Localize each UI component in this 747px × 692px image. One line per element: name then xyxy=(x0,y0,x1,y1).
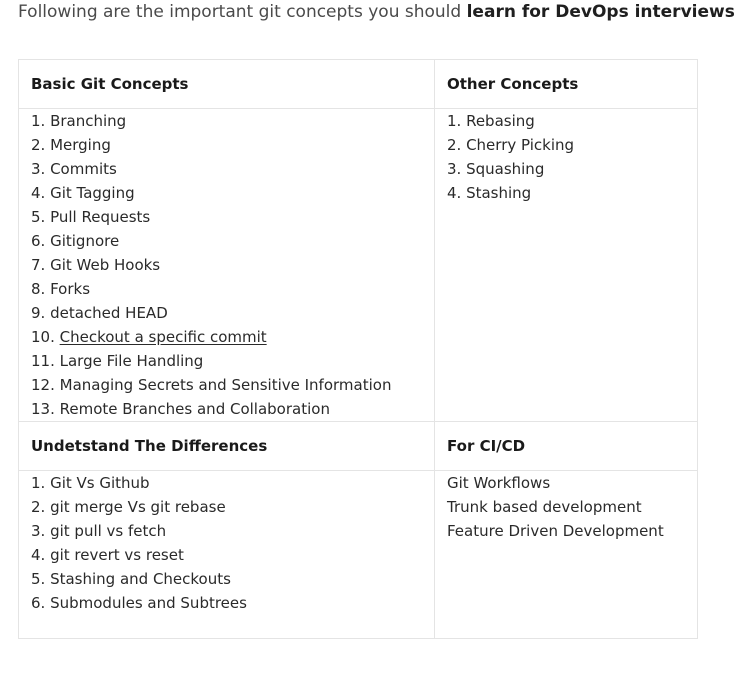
list-item: 6. Submodules and Subtrees xyxy=(31,594,247,612)
list-item: 9. detached HEAD xyxy=(31,304,168,322)
intro-prefix: Following are the important git concepts… xyxy=(18,2,467,22)
list-item: 8. Forks xyxy=(31,280,91,298)
list-item: 1. Rebasing xyxy=(447,112,535,130)
list-item: 6. Gitignore xyxy=(31,232,120,250)
table-row: 1. Branching 2. Merging 3. Commits 4. Gi… xyxy=(18,108,698,422)
differences-cell: 1. Git Vs Github 2. git merge Vs git reb… xyxy=(18,470,435,639)
checkout-specific-commit-link[interactable]: Checkout a specific commit xyxy=(60,328,267,346)
list-item: 2. Merging xyxy=(31,136,111,154)
list-item: 5. Stashing and Checkouts xyxy=(31,570,231,588)
list-item: 3. Commits xyxy=(31,160,117,178)
other-concepts-cell: 1. Rebasing 2. Cherry Picking 3. Squashi… xyxy=(434,108,698,422)
ci-cd-list: Git Workflows Trunk based development Fe… xyxy=(447,471,685,543)
header-basic-git-concepts: Basic Git Concepts xyxy=(18,59,435,109)
git-concepts-table: Basic Git Concepts Other Concepts 1. Bra… xyxy=(18,59,698,639)
list-item: 1. Git Vs Github xyxy=(31,474,150,492)
basic-concepts-list: 1. Branching 2. Merging 3. Commits 4. Gi… xyxy=(31,109,422,421)
list-item: 1. Branching xyxy=(31,112,127,130)
list-item: Git Workflows xyxy=(447,474,551,492)
list-item-number: 10. xyxy=(31,328,60,346)
list-item: Feature Driven Development xyxy=(447,522,664,540)
table-header-row: Basic Git Concepts Other Concepts xyxy=(18,59,698,109)
list-item-with-link: 10. Checkout a specific commit xyxy=(31,325,422,349)
table-header-row: Undetstand The Differences For CI/CD xyxy=(18,421,698,471)
header-understand-differences: Undetstand The Differences xyxy=(18,421,435,471)
list-item: 13. Remote Branches and Collaboration xyxy=(31,400,330,418)
basic-concepts-cell: 1. Branching 2. Merging 3. Commits 4. Gi… xyxy=(18,108,435,422)
list-item: 11. Large File Handling xyxy=(31,352,204,370)
ci-cd-cell: Git Workflows Trunk based development Fe… xyxy=(434,470,698,639)
list-item: 7. Git Web Hooks xyxy=(31,256,161,274)
list-item: 3. git pull vs fetch xyxy=(31,522,167,540)
list-item: 12. Managing Secrets and Sensitive Infor… xyxy=(31,376,392,394)
list-item: 3. Squashing xyxy=(447,160,545,178)
list-item: 2. git merge Vs git rebase xyxy=(31,498,226,516)
other-concepts-list: 1. Rebasing 2. Cherry Picking 3. Squashi… xyxy=(447,109,685,205)
header-other-concepts: Other Concepts xyxy=(434,59,698,109)
list-item: 4. Git Tagging xyxy=(31,184,135,202)
table-row: 1. Git Vs Github 2. git merge Vs git reb… xyxy=(18,470,698,639)
header-for-ci-cd: For CI/CD xyxy=(434,421,698,471)
intro-bold: learn for DevOps interviews xyxy=(466,2,735,22)
list-item: 4. Stashing xyxy=(447,184,532,202)
differences-list: 1. Git Vs Github 2. git merge Vs git reb… xyxy=(31,471,422,615)
list-item: 4. git revert vs reset xyxy=(31,546,184,564)
list-item: 5. Pull Requests xyxy=(31,208,151,226)
list-item: Trunk based development xyxy=(447,498,642,516)
list-item: 2. Cherry Picking xyxy=(447,136,575,154)
intro-text: Following are the important git concepts… xyxy=(18,2,735,22)
